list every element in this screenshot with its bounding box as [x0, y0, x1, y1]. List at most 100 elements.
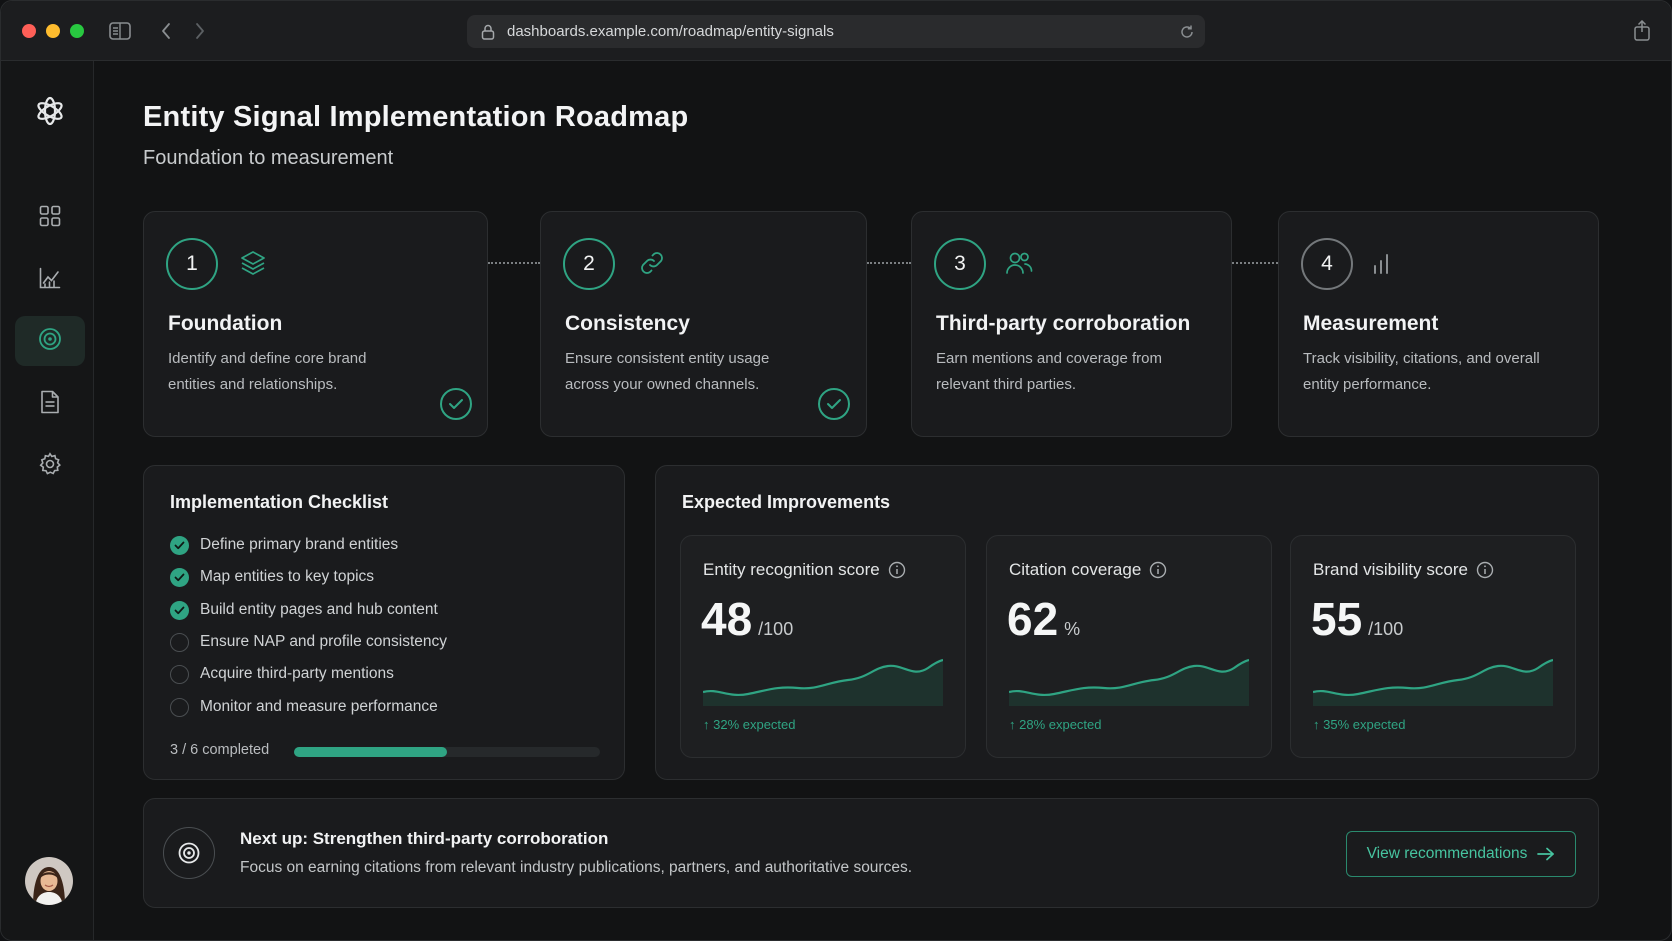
step-description: Identify and define core brand entities … [168, 350, 367, 393]
checkbox-checked-icon[interactable] [170, 535, 189, 555]
metric-value: 55/100 [1311, 592, 1403, 646]
sidebar-item-roadmap[interactable] [15, 316, 85, 366]
step-title: Measurement [1303, 312, 1439, 335]
metric-value: 48/100 [701, 592, 793, 646]
checklist-progress-fill [294, 747, 447, 757]
step-number: 4 [1301, 238, 1353, 290]
checkbox-checked-icon[interactable] [170, 567, 189, 587]
arrow-right-icon [1537, 847, 1555, 861]
checklist-item[interactable]: Define primary brand entities [170, 534, 398, 556]
chart-icon [39, 267, 61, 294]
reload-icon[interactable] [1177, 22, 1197, 42]
sidebar-item-settings[interactable] [15, 441, 85, 491]
step-connector [1232, 262, 1278, 264]
step-card-measurement[interactable]: 4 Measurement Track visibility, citation… [1278, 211, 1599, 437]
gear-icon [38, 451, 62, 481]
metric-delta: ↑ 35% expected [1313, 717, 1406, 732]
app-logo-icon[interactable] [22, 86, 78, 136]
info-icon[interactable] [888, 561, 906, 579]
view-recommendations-label: View recommendations [1366, 845, 1528, 862]
sparkline-chart [1313, 658, 1553, 706]
page-subtitle: Foundation to measurement [143, 147, 394, 169]
implementation-checklist: Implementation Checklist Define primary … [143, 465, 625, 780]
target-icon [38, 327, 62, 356]
page-title: Entity Signal Implementation Roadmap [143, 101, 689, 133]
sidebar-item-analytics[interactable] [15, 255, 85, 305]
metric-label-text: Brand visibility score [1313, 560, 1468, 579]
checklist-progress-label: 3 / 6 completed [170, 742, 270, 758]
document-icon [40, 390, 60, 419]
forward-icon[interactable] [187, 19, 213, 43]
step-description: Track visibility, citations, and overall… [1303, 350, 1540, 393]
check-icon [818, 388, 850, 420]
checklist-item-label: Define primary brand entities [200, 536, 399, 553]
improvements-title: Expected Improvements [682, 492, 891, 512]
checklist-title: Implementation Checklist [170, 492, 389, 512]
step-connector [488, 262, 540, 264]
step-number: 1 [166, 238, 218, 290]
sparkline-chart [703, 658, 943, 706]
metric-label: Citation coverage [1009, 560, 1167, 580]
browser-titlebar: dashboards.example.com/roadmap/entity-si… [1, 1, 1671, 61]
sidebar-toggle-icon[interactable] [107, 19, 133, 43]
step-card-foundation[interactable]: 1 Foundation Identify and define core br… [143, 211, 488, 437]
checkbox-unchecked-icon[interactable] [170, 664, 189, 684]
metric-label: Entity recognition score [703, 560, 906, 580]
metric-unit: /100 [758, 619, 794, 639]
metric-label-text: Entity recognition score [703, 560, 880, 579]
metric-value: 62% [1007, 592, 1080, 646]
maximize-window-button[interactable] [70, 24, 84, 38]
browser-window: dashboards.example.com/roadmap/entity-si… [0, 0, 1672, 941]
step-title: Foundation [168, 312, 283, 335]
checklist-item-label: Acquire third-party mentions [200, 665, 394, 682]
users-icon [1004, 248, 1034, 278]
checkbox-unchecked-icon[interactable] [170, 632, 189, 652]
checkbox-checked-icon[interactable] [170, 600, 189, 620]
checklist-progress-bar [294, 747, 600, 757]
checklist-item[interactable]: Map entities to key topics [170, 566, 374, 588]
checklist-item-label: Map entities to key topics [200, 568, 375, 585]
grid-icon [39, 205, 61, 232]
sparkline-chart [1009, 658, 1249, 706]
metric-value-number: 48 [701, 593, 753, 645]
link-icon [637, 248, 667, 278]
minimize-window-button[interactable] [46, 24, 60, 38]
metric-label-text: Citation coverage [1009, 560, 1142, 579]
next-up-title: Next up: Strengthen third-party corrobor… [240, 829, 609, 848]
checklist-item[interactable]: Acquire third-party mentions [170, 663, 394, 685]
metric-unit: % [1064, 619, 1081, 639]
target-icon [163, 827, 215, 879]
sidebar-item-documents[interactable] [15, 379, 85, 429]
step-card-consistency[interactable]: 2 Consistency Ensure consistent entity u… [540, 211, 867, 437]
checklist-item[interactable]: Build entity pages and hub content [170, 599, 438, 621]
metric-value-number: 62 [1007, 593, 1059, 645]
next-up-banner: Next up: Strengthen third-party corrobor… [143, 798, 1599, 908]
metric-delta: ↑ 28% expected [1009, 717, 1102, 732]
close-window-button[interactable] [22, 24, 36, 38]
checklist-item[interactable]: Monitor and measure performance [170, 696, 438, 718]
step-title: Consistency [565, 312, 690, 335]
info-icon[interactable] [1476, 561, 1494, 579]
share-icon[interactable] [1629, 19, 1655, 43]
view-recommendations-button[interactable]: View recommendations [1346, 831, 1576, 877]
step-card-third-party-corroboration[interactable]: 3 Third-party corroboration Earn mention… [911, 211, 1232, 437]
metric-delta: ↑ 32% expected [703, 717, 796, 732]
metric-card-citation-coverage: Citation coverage 62% ↑ 28% expected [986, 535, 1272, 758]
bar-chart-icon [1367, 248, 1397, 278]
sidebar-item-dashboard[interactable] [15, 193, 85, 243]
step-description: Ensure consistent entity usage across yo… [565, 350, 770, 393]
back-icon[interactable] [153, 19, 179, 43]
checklist-item-label: Ensure NAP and profile consistency [200, 633, 447, 650]
metric-card-brand-visibility: Brand visibility score 55/100 ↑ 35% expe… [1290, 535, 1576, 758]
checkbox-unchecked-icon[interactable] [170, 697, 189, 717]
checklist-item[interactable]: Ensure NAP and profile consistency [170, 631, 447, 653]
expected-improvements: Expected Improvements Entity recognition… [655, 465, 1599, 780]
address-bar[interactable]: dashboards.example.com/roadmap/entity-si… [467, 15, 1205, 48]
metric-card-entity-recognition: Entity recognition score 48/100 ↑ 32% ex… [680, 535, 966, 758]
step-number: 2 [563, 238, 615, 290]
checklist-item-label: Build entity pages and hub content [200, 601, 438, 618]
address-url: dashboards.example.com/roadmap/entity-si… [507, 23, 834, 40]
avatar[interactable] [25, 857, 73, 905]
info-icon[interactable] [1149, 561, 1167, 579]
layers-icon [238, 248, 268, 278]
